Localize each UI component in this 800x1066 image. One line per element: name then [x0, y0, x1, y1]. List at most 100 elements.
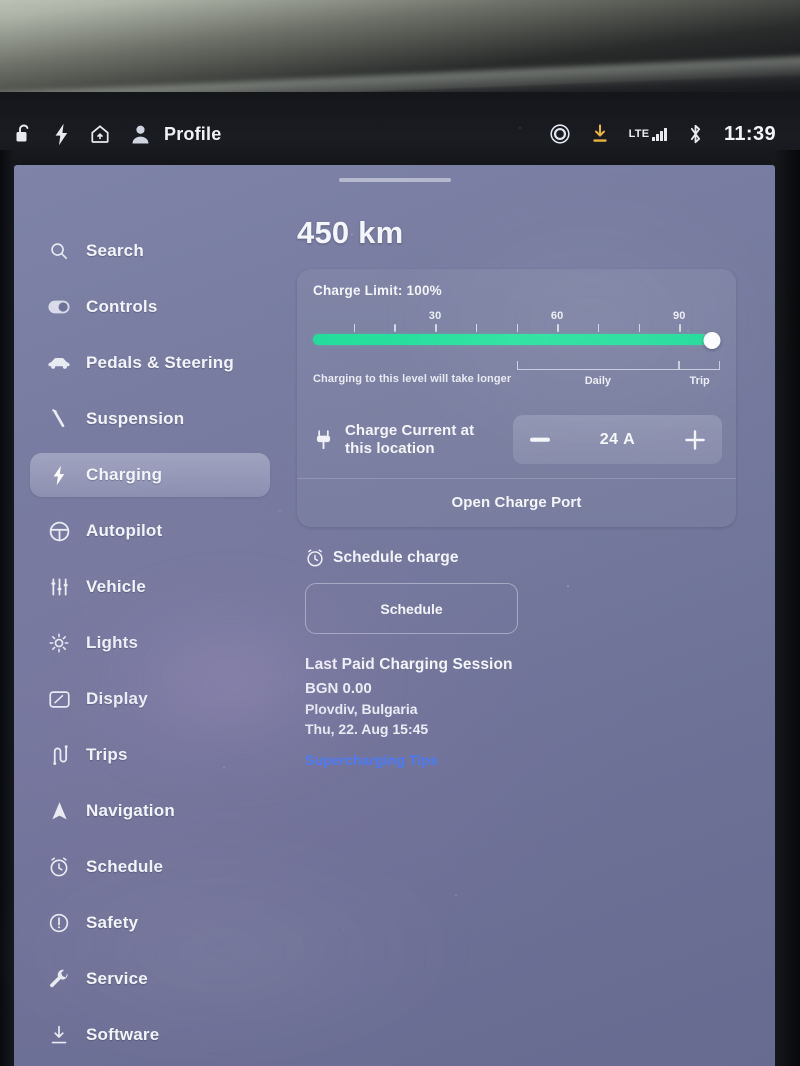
steering-wheel-icon [48, 521, 70, 542]
charging-content: 450 km Charge Limit: 100% 30 60 90 Chargin… [297, 215, 752, 768]
last-session-place: Plovdiv, Bulgaria [305, 701, 418, 717]
slider-tick [638, 324, 641, 332]
sentry-circle-icon[interactable] [549, 123, 571, 145]
range-estimate: 450 km [297, 215, 404, 250]
last-session-amount: BGN 0.00 [305, 680, 372, 697]
slider-fill [313, 334, 706, 345]
charge-limit-section: Charge Limit: 100% 30 60 90 Charging to th… [297, 269, 736, 409]
slider-tick-label: 60 [550, 310, 564, 322]
alarm-clock-icon [48, 857, 70, 877]
sidebar-item-label: Trips [86, 745, 128, 764]
tesla-touchscreen-photo: Profile LTE 11:39 Search Controls Pedals… [0, 0, 800, 1066]
slider-tick [353, 324, 356, 332]
exclamation-circle-icon [48, 913, 70, 933]
lte-label: LTE [628, 128, 650, 140]
person-icon[interactable] [131, 124, 150, 145]
settings-panel: Search Controls Pedals & Steering Suspen… [14, 165, 775, 1066]
slider-tick-label: 90 [672, 310, 686, 322]
decrease-current-button[interactable] [529, 429, 551, 451]
sidebar-item-label: Pedals & Steering [86, 353, 234, 372]
slider-tick-label: 30 [428, 310, 442, 322]
clock: 11:39 [723, 122, 776, 145]
navigation-arrow-icon [48, 801, 70, 821]
sidebar-item-vehicle[interactable]: Vehicle [30, 565, 270, 609]
search-icon [48, 242, 70, 260]
slider-tick [679, 324, 681, 332]
sidebar-item-pedals-steering[interactable]: Pedals & Steering [30, 341, 270, 385]
profile-label[interactable]: Profile [164, 124, 221, 145]
signal-bars-icon [652, 127, 667, 141]
sun-icon [48, 633, 70, 653]
slider-hint: Charging to this level will take longer [313, 373, 512, 385]
sidebar-item-navigation[interactable]: Navigation [30, 789, 270, 833]
alarm-clock-icon [305, 549, 324, 567]
slider-tick [475, 324, 478, 332]
sidebar-item-controls[interactable]: Controls [30, 285, 270, 329]
sidebar-item-label: Lights [86, 633, 139, 652]
slider-tick [435, 324, 437, 332]
charge-current-label: Charge Current at this location [345, 421, 475, 457]
sidebar-item-label: Suspension [86, 409, 185, 428]
open-charge-port-button[interactable]: Open Charge Port [297, 479, 736, 527]
sidebar-item-display[interactable]: Display [30, 677, 270, 721]
sidebar-item-lights[interactable]: Lights [30, 621, 270, 665]
bluetooth-icon[interactable] [687, 123, 704, 145]
sidebar-item-schedule[interactable]: Schedule [30, 845, 270, 889]
schedule-charge-label: Schedule charge [333, 549, 459, 566]
bolt-icon[interactable] [54, 123, 69, 146]
unlock-icon[interactable] [14, 123, 34, 145]
charge-limit-slider[interactable]: 30 60 90 [313, 310, 721, 354]
increase-current-button[interactable] [684, 429, 706, 451]
schedule-charge-row[interactable]: Schedule charge [305, 549, 752, 567]
trip-label: Trip [689, 375, 710, 387]
lte-signal-icon[interactable]: LTE [628, 127, 667, 141]
trip-bracket [679, 361, 720, 370]
status-bar-left: Profile [14, 123, 221, 146]
sidebar-item-software[interactable]: Software [30, 1013, 270, 1057]
last-session-title: Last Paid Charging Session [305, 656, 513, 673]
charge-current-row: Charge Current at this location 24 A [297, 409, 736, 478]
supercharging-tips-link[interactable]: Supercharging Tips [305, 752, 752, 768]
download-icon[interactable] [591, 124, 609, 144]
charge-current-value: 24 A [599, 430, 636, 448]
trips-icon [48, 745, 70, 765]
bolt-icon [48, 465, 70, 486]
sidebar-item-label: Charging [86, 465, 163, 484]
daily-label: Daily [584, 375, 612, 387]
panel-drag-handle[interactable] [338, 178, 451, 182]
screen-bezel-right [772, 150, 800, 1066]
display-icon [48, 690, 70, 708]
sidebar-item-autopilot[interactable]: Autopilot [30, 509, 270, 553]
sidebar-item-suspension[interactable]: Suspension [30, 397, 270, 441]
schedule-button[interactable]: Schedule [305, 583, 518, 634]
sidebar-item-charging[interactable]: Charging [30, 453, 270, 497]
slider-track[interactable] [313, 334, 720, 345]
sidebar-item-service[interactable]: Service [30, 957, 270, 1001]
sidebar-item-label: Service [86, 969, 148, 988]
sidebar-item-label: Controls [86, 297, 158, 316]
charge-current-stepper[interactable]: 24 A [513, 415, 722, 464]
sidebar-item-search[interactable]: Search [30, 229, 270, 273]
charge-limit-card: Charge Limit: 100% 30 60 90 Charging to th… [297, 269, 736, 527]
sidebar-item-label: Navigation [86, 801, 175, 820]
screen-bezel-left [0, 150, 14, 1066]
slider-tick [597, 324, 600, 332]
sidebar-item-label: Search [86, 241, 144, 260]
wrench-icon [48, 969, 70, 989]
toggle-icon [48, 300, 70, 314]
sidebar-item-label: Safety [86, 913, 139, 932]
suspension-icon [48, 409, 70, 429]
download-icon [48, 1025, 70, 1045]
car-icon [48, 357, 70, 370]
sidebar-item-label: Vehicle [86, 577, 146, 596]
charge-limit-label: Charge Limit: 100% [313, 283, 442, 298]
sidebar-item-safety[interactable]: Safety [30, 901, 270, 945]
status-bar: Profile LTE 11:39 [0, 104, 800, 164]
sidebar-item-label: Autopilot [86, 521, 163, 540]
plug-icon [313, 430, 333, 450]
slider-knob[interactable] [703, 332, 721, 349]
sidebar-item-trips[interactable]: Trips [30, 733, 270, 777]
sidebar-item-label: Software [86, 1025, 160, 1044]
status-bar-right: LTE 11:39 [549, 123, 776, 146]
home-icon[interactable] [89, 123, 111, 145]
